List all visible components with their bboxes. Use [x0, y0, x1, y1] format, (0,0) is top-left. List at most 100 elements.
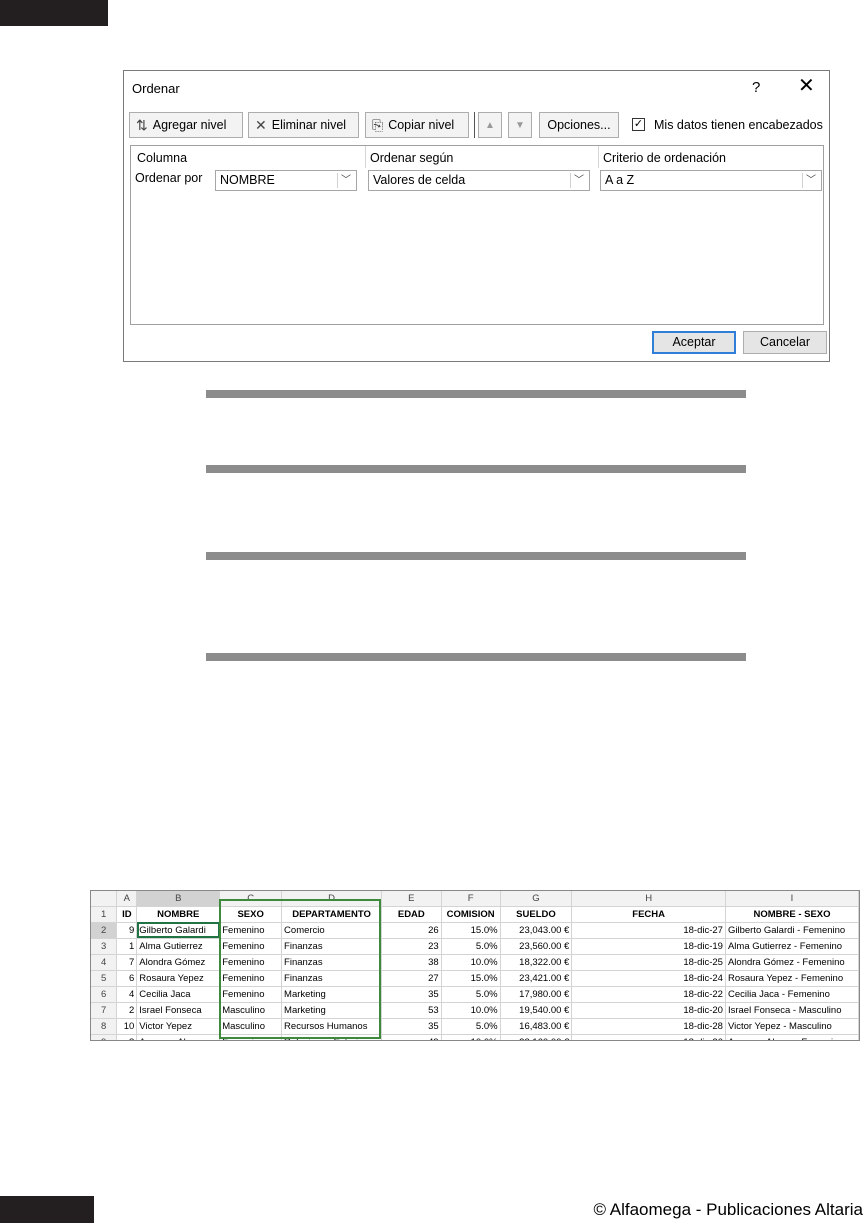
table-cell[interactable]: Israel Fonseca - Masculino [725, 1002, 859, 1019]
close-button[interactable]: ✕ [798, 76, 815, 96]
table-cell[interactable]: Alondra Gómez [136, 954, 221, 971]
table-cell[interactable]: Marketing [281, 1002, 382, 1019]
table-cell[interactable]: Femenino [219, 954, 283, 971]
ok-button[interactable]: Aceptar [652, 331, 736, 354]
table-cell[interactable]: Gilberto Galardi - Femenino [725, 922, 859, 939]
table-cell[interactable]: Relaciones Exteriores [281, 1034, 382, 1040]
table-cell[interactable]: 35 [381, 1018, 442, 1035]
row-number[interactable]: 7 [91, 1002, 118, 1019]
column-letter-b[interactable]: B [136, 891, 221, 907]
row-number[interactable]: 6 [91, 986, 118, 1003]
column-letter-g[interactable]: G [500, 891, 573, 907]
table-cell[interactable]: 6 [116, 970, 138, 987]
table-cell[interactable]: 18-dic-19 [571, 938, 726, 955]
table-cell[interactable]: 8 [116, 1034, 138, 1040]
table-cell[interactable]: 18-dic-20 [571, 1002, 726, 1019]
table-cell[interactable]: 23 [381, 938, 442, 955]
delete-level-button[interactable]: ✕ Eliminar nivel [248, 112, 359, 138]
column-letter-c[interactable]: C [219, 891, 283, 907]
table-cell[interactable]: 10.0% [441, 1002, 501, 1019]
table-cell[interactable]: 5.0% [441, 938, 501, 955]
table-cell[interactable]: 27 [381, 970, 442, 987]
table-cell[interactable]: Marketing [281, 986, 382, 1003]
add-level-button[interactable]: ⇅ Agregar nivel [129, 112, 243, 138]
table-cell[interactable]: Comercio [281, 922, 382, 939]
table-cell[interactable]: Finanzas [281, 970, 382, 987]
table-cell[interactable]: 1 [116, 938, 138, 955]
table-cell[interactable]: 15.0% [441, 922, 501, 939]
table-cell[interactable]: Alma Gutierrez [136, 938, 221, 955]
header-cell[interactable]: FECHA [571, 906, 726, 923]
header-cell[interactable]: EDAD [381, 906, 442, 923]
table-cell[interactable]: Gilberto Galardi [136, 922, 221, 939]
table-cell[interactable]: Masculino [219, 1018, 283, 1035]
table-cell[interactable]: Femenino [219, 970, 283, 987]
column-letter-a[interactable]: A [116, 891, 138, 907]
table-cell[interactable]: 4 [116, 986, 138, 1003]
column-letter-h[interactable]: H [571, 891, 726, 907]
table-cell[interactable]: Finanzas [281, 954, 382, 971]
table-cell[interactable]: 18-dic-22 [571, 986, 726, 1003]
header-cell[interactable]: NOMBRE [136, 906, 221, 923]
column-letter-d[interactable]: D [281, 891, 382, 907]
table-cell[interactable]: 10.0% [441, 954, 501, 971]
table-cell[interactable]: Israel Fonseca [136, 1002, 221, 1019]
header-cell[interactable]: NOMBRE - SEXO [725, 906, 859, 923]
table-cell[interactable]: 18-dic-27 [571, 922, 726, 939]
table-cell[interactable]: Finanzas [281, 938, 382, 955]
move-up-button[interactable]: ▲ [478, 112, 502, 138]
table-cell[interactable]: 7 [116, 954, 138, 971]
table-cell[interactable]: 35 [381, 986, 442, 1003]
table-cell[interactable]: 5.0% [441, 1018, 501, 1035]
table-cell[interactable]: Victor Yepez - Masculino [725, 1018, 859, 1035]
table-cell[interactable]: 23,043.00 € [500, 922, 573, 939]
table-cell[interactable]: Argenee Alamo [136, 1034, 221, 1040]
table-cell[interactable]: 26 [381, 922, 442, 939]
table-cell[interactable]: Femenino [219, 986, 283, 1003]
table-cell[interactable]: Femenino [219, 1034, 283, 1040]
table-cell[interactable]: Alma Gutierrez - Femenino [725, 938, 859, 955]
copy-level-button[interactable]: ⎘ Copiar nivel [365, 112, 469, 138]
row-number[interactable]: 8 [91, 1018, 118, 1035]
table-cell[interactable]: 9 [116, 922, 138, 939]
table-cell[interactable]: Rosaura Yepez [136, 970, 221, 987]
row-number[interactable]: 4 [91, 954, 118, 971]
column-letter-e[interactable]: E [381, 891, 442, 907]
table-cell[interactable]: Alondra Gómez - Femenino [725, 954, 859, 971]
row-number[interactable]: 3 [91, 938, 118, 955]
options-button[interactable]: Opciones... [539, 112, 619, 138]
row-number[interactable]: 1 [91, 906, 118, 923]
column-letter-f[interactable]: F [441, 891, 501, 907]
table-cell[interactable]: 53 [381, 1002, 442, 1019]
table-cell[interactable]: Rosaura Yepez - Femenino [725, 970, 859, 987]
table-cell[interactable]: Victor Yepez [136, 1018, 221, 1035]
column-select[interactable]: NOMBRE ﹀ [215, 170, 357, 191]
header-cell[interactable]: SEXO [219, 906, 283, 923]
table-cell[interactable]: 16,483.00 € [500, 1018, 573, 1035]
table-cell[interactable]: 18-dic-24 [571, 970, 726, 987]
order-select[interactable]: A a Z ﹀ [600, 170, 822, 191]
table-cell[interactable]: Cecilia Jaca - Femenino [725, 986, 859, 1003]
table-cell[interactable]: 2 [116, 1002, 138, 1019]
table-cell[interactable]: 23,421.00 € [500, 970, 573, 987]
sort-on-select[interactable]: Valores de celda ﹀ [368, 170, 590, 191]
table-cell[interactable]: 15.0% [441, 970, 501, 987]
table-cell[interactable]: 19,540.00 € [500, 1002, 573, 1019]
table-cell[interactable]: 23,160.00 € [500, 1034, 573, 1040]
select-all-corner[interactable] [91, 891, 118, 907]
table-cell[interactable]: 23,560.00 € [500, 938, 573, 955]
column-letter-i[interactable]: I [725, 891, 859, 907]
table-cell[interactable]: 38 [381, 954, 442, 971]
table-cell[interactable]: Femenino [219, 938, 283, 955]
cancel-button[interactable]: Cancelar [743, 331, 827, 354]
header-cell[interactable]: COMISION [441, 906, 501, 923]
table-cell[interactable]: Masculino [219, 1002, 283, 1019]
table-cell[interactable]: 18-dic-25 [571, 954, 726, 971]
header-cell[interactable]: ID [116, 906, 138, 923]
table-cell[interactable]: 5.0% [441, 986, 501, 1003]
header-cell[interactable]: DEPARTAMENTO [281, 906, 382, 923]
table-cell[interactable]: 10.0% [441, 1034, 501, 1040]
row-number[interactable]: 5 [91, 970, 118, 987]
table-cell[interactable]: Cecilia Jaca [136, 986, 221, 1003]
table-cell[interactable]: Argenee Alamo - Femenino [725, 1034, 859, 1040]
